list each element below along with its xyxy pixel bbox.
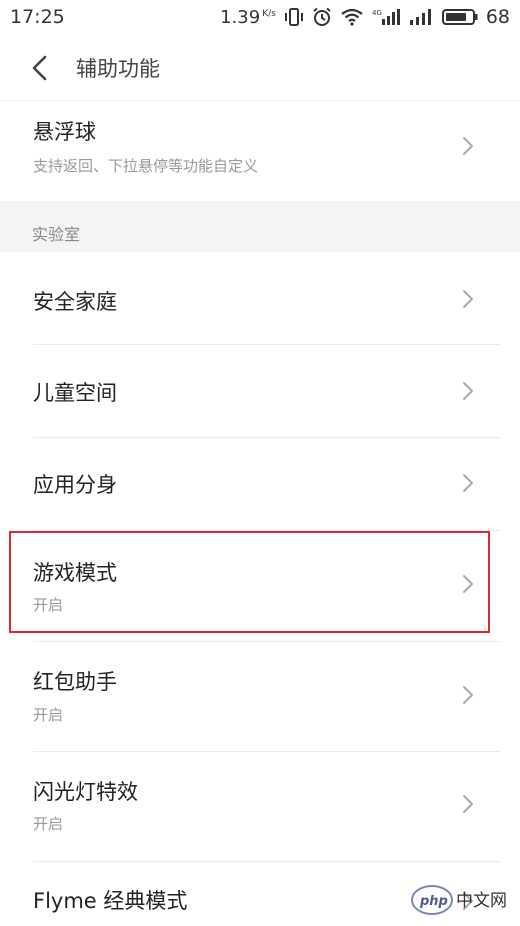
- setting-item-kids-space[interactable]: 儿童空间: [0, 345, 520, 437]
- item-subtitle: 开启: [33, 815, 64, 833]
- wifi-icon: [340, 8, 364, 26]
- chevron-right-icon: [463, 137, 473, 155]
- setting-item-floating-ball[interactable]: 悬浮球 支持返回、下拉悬停等功能自定义: [0, 101, 520, 201]
- setting-item-safe-home[interactable]: 安全家庭: [0, 252, 520, 344]
- chevron-right-icon: [463, 795, 473, 813]
- item-subtitle: 开启: [33, 706, 64, 724]
- alarm-icon: [312, 7, 332, 27]
- chevron-right-icon: [463, 382, 473, 400]
- back-arrow-icon: [32, 55, 47, 81]
- back-button[interactable]: [0, 36, 80, 100]
- item-title: 儿童空间: [33, 381, 117, 405]
- svg-text:php: php: [419, 894, 448, 909]
- item-title: 悬浮球: [33, 120, 96, 144]
- item-title: 闪光灯特效: [33, 780, 138, 804]
- status-bar: 17:25 1.39 K/s 4G 68: [0, 0, 520, 34]
- chevron-right-icon: [463, 686, 473, 704]
- section-label: 实验室: [32, 225, 81, 244]
- item-title: 应用分身: [33, 473, 117, 497]
- signal-4g-icon: 4G: [372, 8, 400, 26]
- setting-item-app-clone[interactable]: 应用分身: [0, 438, 520, 530]
- svg-text:中文网: 中文网: [456, 891, 507, 911]
- chevron-right-icon: [463, 290, 473, 308]
- page-title: 辅助功能: [76, 57, 160, 81]
- status-icons: 1.39 K/s 4G 68: [220, 6, 510, 28]
- chevron-right-icon: [463, 474, 473, 492]
- item-title: 安全家庭: [33, 290, 117, 314]
- svg-text:4G: 4G: [372, 9, 382, 17]
- signal-icon: [408, 8, 434, 26]
- status-time: 17:25: [10, 6, 65, 28]
- item-subtitle: 支持返回、下拉悬停等功能自定义: [33, 157, 259, 175]
- highlight-box: [9, 531, 490, 633]
- network-speed: 1.39 K/s: [220, 6, 276, 28]
- vibrate-icon: [284, 8, 304, 26]
- setting-item-red-packet-assistant[interactable]: 红包助手 开启: [0, 642, 520, 752]
- setting-item-flash-effect[interactable]: 闪光灯特效 开启: [0, 752, 520, 862]
- item-title: Flyme 经典模式: [33, 889, 188, 913]
- battery-level: 68: [485, 6, 510, 28]
- php-logo-watermark: php 中文网: [411, 885, 507, 915]
- item-title: 红包助手: [33, 670, 117, 694]
- header-bar: 辅助功能: [0, 36, 520, 100]
- battery-icon: [441, 8, 478, 26]
